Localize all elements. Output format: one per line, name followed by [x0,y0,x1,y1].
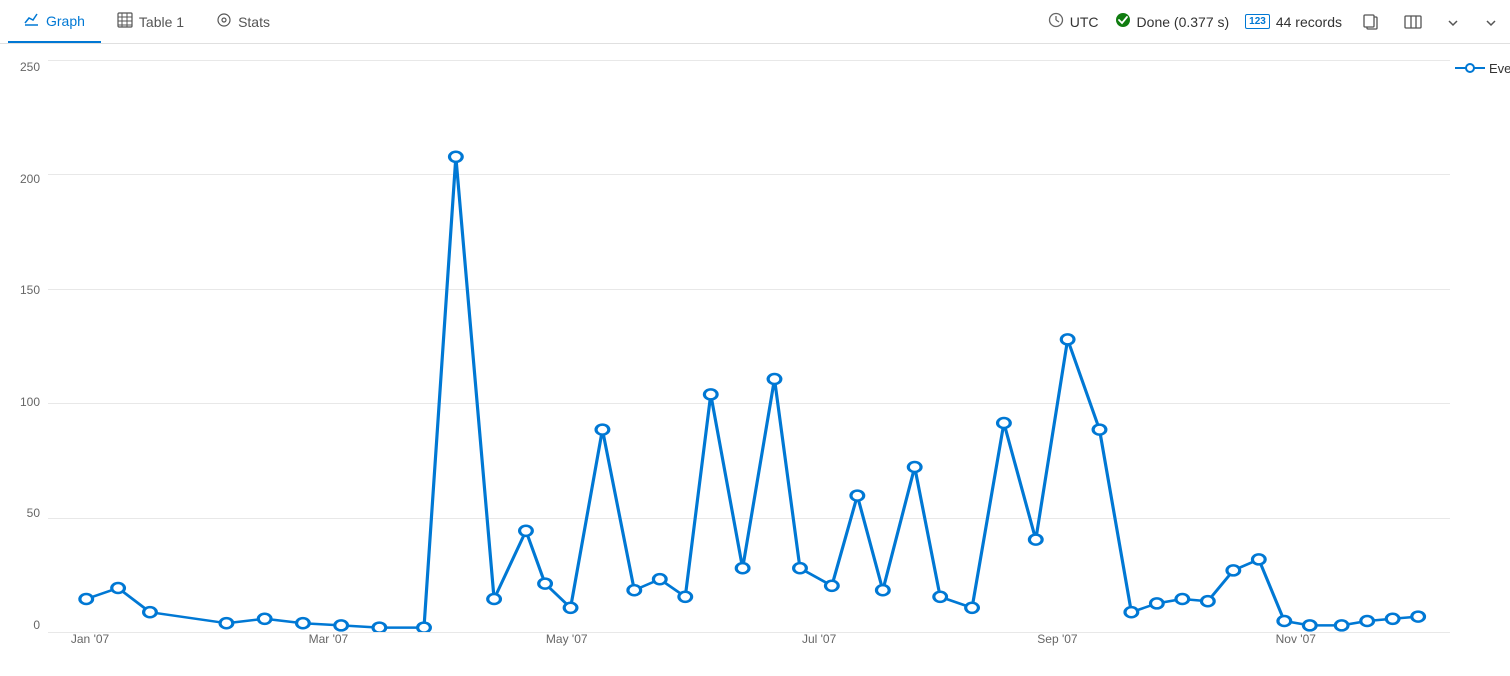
tab-table1-label: Table 1 [139,14,184,30]
clock-icon [1048,12,1064,31]
utc-label: UTC [1070,14,1099,30]
x-label-jan07: Jan '07 [71,632,109,646]
x-label-sep07: Sep '07 [1037,632,1077,646]
x-axis: Jan '07 Mar '07 May '07 Jul '07 Sep '07 … [48,632,1450,664]
y-label-50: 50 [27,506,40,520]
graph-icon [24,11,40,30]
x-label-mar07: Mar '07 [309,632,349,646]
line-chart-svg [48,60,1450,632]
y-axis: 250 200 150 100 50 0 [0,60,48,664]
chart-area: 250 200 150 100 50 0 Jan '07 Mar '07 May… [0,44,1510,664]
tab-graph-label: Graph [46,13,85,29]
y-label-250: 250 [20,60,40,74]
done-label: Done (0.377 s) [1137,14,1230,30]
records-label: 44 records [1276,14,1342,30]
columns-button[interactable] [1400,9,1426,35]
done-status: Done (0.377 s) [1115,12,1230,31]
y-label-150: 150 [20,283,40,297]
x-label-jul07: Jul '07 [802,632,836,646]
done-icon [1115,12,1131,31]
legend-label: EventCount [1489,61,1510,76]
y-label-200: 200 [20,172,40,186]
records-icon: 123 [1245,14,1270,29]
copy-button[interactable] [1358,9,1384,35]
more-button[interactable] [1480,11,1502,33]
records-status: 123 44 records [1245,14,1342,30]
tab-graph[interactable]: Graph [8,0,101,43]
utc-status: UTC [1048,12,1099,31]
toolbar-right: UTC Done (0.377 s) 123 44 records [1048,9,1502,35]
table-icon [117,12,133,31]
y-label-100: 100 [20,395,40,409]
y-label-0: 0 [33,618,40,632]
chart-inner: Jan '07 Mar '07 May '07 Jul '07 Sep '07 … [48,60,1510,664]
stats-icon [216,12,232,31]
chart-legend: EventCount [1455,60,1510,76]
tab-table1[interactable]: Table 1 [101,0,200,43]
expand-button[interactable] [1442,11,1464,33]
tab-stats[interactable]: Stats [200,0,286,43]
x-label-nov07: Nov '07 [1276,632,1316,646]
x-label-may07: May '07 [546,632,588,646]
legend-eventcount: EventCount [1455,60,1510,76]
tab-stats-label: Stats [238,14,270,30]
tab-bar: Graph Table 1 Stats [0,0,1510,44]
legend-line-svg [1455,60,1485,76]
